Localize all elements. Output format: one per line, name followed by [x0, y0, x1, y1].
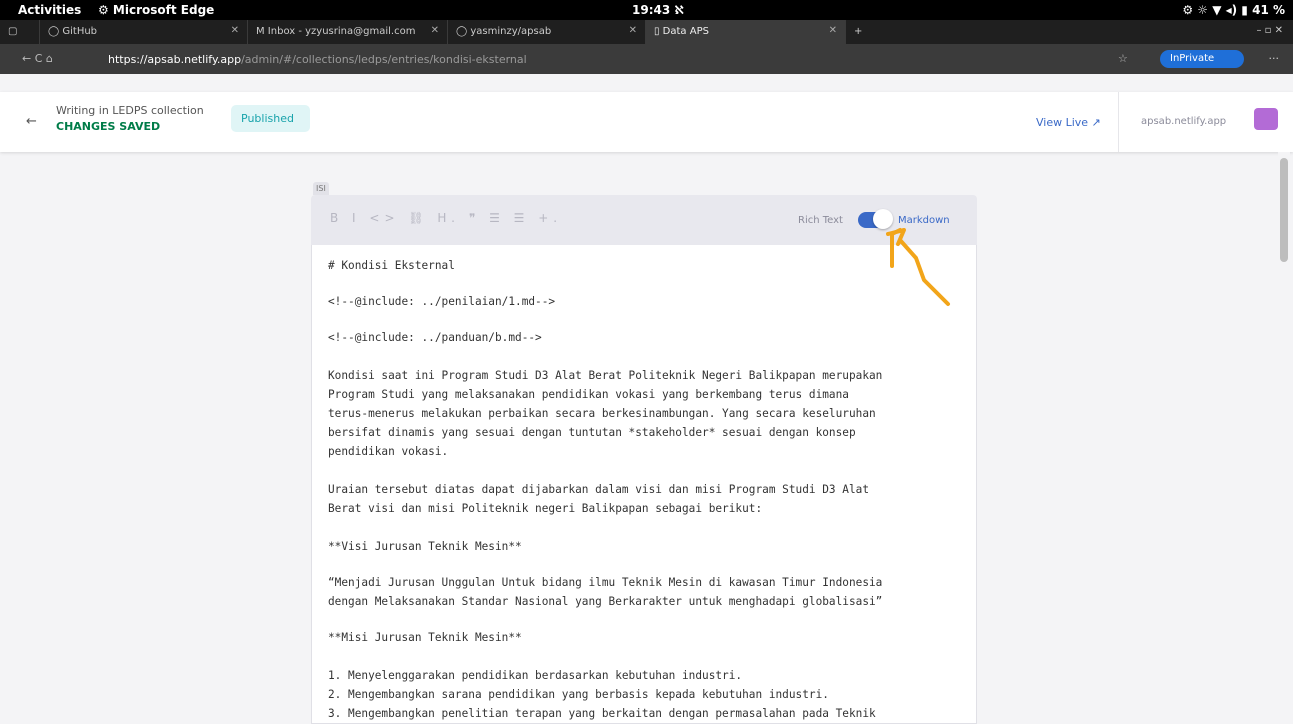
tab-inbox[interactable]: M Inbox - yzyusrina@gmail.com ✕: [248, 20, 448, 44]
inprivate-badge[interactable]: InPrivate: [1160, 50, 1244, 68]
tab-data-aps[interactable]: ▯ Data APS ✕: [646, 20, 846, 44]
editor-toolbar: B I <> ⛓ H. ❞ ☰ ☰ +. Rich Text Markdown: [311, 195, 977, 245]
rich-text-label: Rich Text: [798, 215, 843, 226]
close-icon[interactable]: ✕: [629, 25, 637, 36]
editor-line: dengan Melaksanakan Standar Nasional yan…: [328, 595, 883, 608]
markdown-editor[interactable]: # Kondisi Eksternal <!--@include: ../pen…: [311, 245, 977, 724]
close-icon[interactable]: ✕: [431, 25, 439, 36]
editor-line: **Misi Jurusan Teknik Mesin**: [328, 631, 522, 644]
tab-apsab-repo[interactable]: ◯ yasminzy/apsab ✕: [448, 20, 646, 44]
editor-line: pendidikan vokasi.: [328, 445, 449, 458]
activities-button[interactable]: Activities: [18, 3, 81, 17]
editor-line: Uraian tersebut diatas dapat dijabarkan …: [328, 483, 869, 496]
editor-line: Kondisi saat ini Program Studi D3 Alat B…: [328, 369, 883, 382]
divider: [1118, 92, 1119, 152]
close-icon[interactable]: ✕: [231, 25, 239, 36]
back-forward-refresh[interactable]: ← C ⌂: [22, 52, 53, 65]
avatar[interactable]: [1254, 108, 1278, 130]
editor-line: <!--@include: ../penilaian/1.md-->: [328, 295, 556, 308]
editor-line: 3. Mengembangkan penelitian terapan yang…: [328, 707, 876, 720]
back-arrow-icon[interactable]: ←: [26, 114, 37, 129]
url-field[interactable]: https://apsab.netlify.app/admin/#/collec…: [108, 53, 527, 66]
markdown-label: Markdown: [898, 215, 950, 226]
tab-github[interactable]: ◯ GitHub ✕: [40, 20, 248, 44]
browser-tabbar: ▢ ◯ GitHub ✕ M Inbox - yzyusrina@gmail.co…: [0, 20, 1293, 44]
scrollbar-thumb[interactable]: [1280, 158, 1288, 262]
more-icon[interactable]: ···: [1269, 52, 1280, 65]
editor-line: terus-menerus melakukan perbaikan secara…: [328, 407, 876, 420]
address-bar: ← C ⌂ https://apsab.netlify.app/admin/#/…: [0, 44, 1293, 74]
cms-header: ← Writing in LEDPS collection CHANGES SA…: [0, 92, 1293, 152]
published-button[interactable]: Published: [231, 105, 310, 132]
app-name[interactable]: ⚙ Microsoft Edge: [98, 3, 214, 17]
window-controls[interactable]: – ▫ ✕: [1256, 25, 1283, 36]
field-label: ISI: [313, 182, 329, 195]
page-scrollbar[interactable]: [1278, 152, 1290, 724]
close-icon[interactable]: ✕: [829, 25, 837, 36]
favorite-icon[interactable]: ☆: [1118, 52, 1128, 65]
editor-line: Berat visi dan misi Politeknik negeri Ba…: [328, 502, 763, 515]
editor-line: **Visi Jurusan Teknik Mesin**: [328, 540, 522, 553]
clock[interactable]: 19:43 ℵ: [632, 3, 684, 17]
save-status: CHANGES SAVED: [56, 120, 161, 133]
new-tab-button[interactable]: +: [846, 20, 876, 44]
editor-line: Program Studi yang melaksanakan pendidik…: [328, 388, 849, 401]
format-toolbar-icons[interactable]: B I <> ⛓ H. ❞ ☰ ☰ +.: [330, 211, 562, 225]
editor-line: 2. Mengembangkan sarana pendidikan yang …: [328, 688, 829, 701]
system-topbar: Activities ⚙ Microsoft Edge 19:43 ℵ ⚙ ☼ …: [0, 0, 1293, 20]
editor-line: # Kondisi Eksternal: [328, 259, 455, 272]
tab-actions-icon[interactable]: ▢: [0, 20, 40, 44]
editor-line: bersifat dinamis yang sesuai dengan tunt…: [328, 426, 856, 439]
view-live-link[interactable]: View Live ↗: [1036, 116, 1101, 129]
collection-label: Writing in LEDPS collection: [56, 104, 204, 117]
system-tray[interactable]: ⚙ ☼ ▼ ◂) ▮ 41 %: [1182, 3, 1285, 17]
annotation-arrow-icon: [886, 228, 950, 306]
editor-line: <!--@include: ../panduan/b.md-->: [328, 331, 542, 344]
site-link[interactable]: apsab.netlify.app: [1141, 116, 1226, 127]
editor-line: 1. Menyelenggarakan pendidikan berdasark…: [328, 669, 743, 682]
editor-line: “Menjadi Jurusan Unggulan Untuk bidang i…: [328, 576, 883, 589]
